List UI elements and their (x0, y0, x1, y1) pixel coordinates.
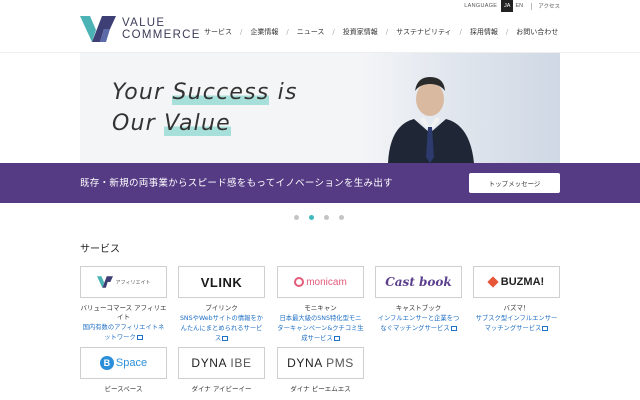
service-description-link[interactable]: インフルエンサーと企業をつなぐマッチングサービス (375, 314, 462, 334)
service-name: ダイナ アイビーイー (191, 385, 252, 393)
service-card-dyna-pms[interactable]: DYNA PMS ダイナ ピーエムエス (277, 347, 364, 394)
service-description-link[interactable]: SNSやWebサイトの情報をかんたんにまとめられるサービス (178, 314, 265, 344)
service-name: バリューコマース アフィリエイト (80, 304, 167, 321)
monicam-logo: monicam (306, 276, 347, 288)
nav-news[interactable]: ニュース (289, 27, 333, 37)
vlink-logo: VLINK (200, 274, 243, 290)
service-logo-box: DYNA IBE (178, 347, 265, 379)
service-name: キャストブック (395, 304, 442, 312)
lang-ja-button[interactable]: JA (501, 0, 514, 12)
access-link[interactable]: アクセス (538, 2, 560, 10)
nav-investors[interactable]: 投資家情報 (335, 27, 386, 37)
service-name: モニキャン (304, 304, 337, 312)
service-logo-box: B Space (80, 347, 167, 379)
main-nav: サービス / 企業情報 / ニュース / 投資家情報 / サステナビリティ / … (196, 27, 566, 37)
logo-line2: COMMERCE (122, 29, 201, 41)
service-description-link[interactable]: 日本最大級のSNS特化型モニターキャンペーン&クチコミ生成サービス (277, 314, 364, 344)
logo-mark-icon (80, 16, 116, 42)
buzma-logo-icon (487, 276, 499, 288)
services-heading: サービス (80, 244, 120, 255)
external-link-icon (542, 325, 549, 331)
dyna-ibe-logo: DYNA IBE (191, 356, 252, 370)
service-logo-box: Cast book (375, 266, 462, 298)
service-card-affiliate[interactable]: アフィリエイト バリューコマース アフィリエイト 国内有数のアフィリエイトネット… (80, 266, 167, 343)
logo-line1: VALUE (122, 17, 166, 29)
service-name: バズマ！ (503, 304, 530, 312)
utility-bar: LANGUAGE JA EN アクセス (464, 0, 560, 12)
hero-highlight-success: Success (172, 80, 270, 105)
service-card-buzma[interactable]: BUZMA! バズマ！ サブスク型インフルエンサーマッチングサービス (473, 266, 560, 334)
carousel-dots (294, 215, 354, 220)
message-banner: 既存・新規の両事業からスピード感をもってイノベーションを生み出す トップメッセー… (0, 163, 640, 203)
nav-careers[interactable]: 採用情報 (462, 27, 506, 37)
carousel-dot-3[interactable] (324, 215, 329, 220)
hero-slide[interactable]: Your Success is Our Value (80, 53, 560, 163)
external-link-icon (222, 335, 229, 341)
monicam-logo-icon (294, 276, 305, 287)
affiliate-logo-icon (96, 276, 113, 288)
nav-services[interactable]: サービス (196, 27, 240, 37)
language-label: LANGUAGE (464, 3, 498, 9)
service-name: ダイナ ピーエムエス (290, 385, 351, 393)
service-logo-box: DYNA PMS (277, 347, 364, 379)
dyna-pms-logo: DYNA PMS (287, 356, 354, 370)
banner-text: 既存・新規の両事業からスピード感をもってイノベーションを生み出す (80, 178, 393, 189)
hero-highlight-value: Value (164, 111, 231, 136)
service-card-monicam[interactable]: monicam モニキャン 日本最大級のSNS特化型モニターキャンペーン&クチコ… (277, 266, 364, 344)
external-link-icon (450, 325, 457, 331)
service-card-castbook[interactable]: Cast book キャストブック インフルエンサーと企業をつなぐマッチングサー… (375, 266, 462, 334)
ceo-photo (388, 77, 474, 163)
hero-title: Your Success is Our Value (112, 80, 298, 136)
carousel-dot-1[interactable] (294, 215, 299, 220)
bspace-logo-icon: B (99, 356, 114, 370)
service-description-link[interactable]: サブスク型インフルエンサーマッチングサービス (473, 314, 560, 334)
service-description-link[interactable]: 国内有数のアフィリエイトネットワーク (80, 323, 167, 343)
service-logo-box: アフィリエイト (80, 266, 167, 298)
bspace-logo: Space (115, 357, 148, 369)
buzma-logo: BUZMA! (500, 276, 545, 288)
nav-company[interactable]: 企業情報 (242, 27, 286, 37)
service-name: ブイリンク (205, 304, 238, 312)
castbook-logo: Cast book (385, 275, 452, 289)
nav-sustainability[interactable]: サステナビリティ (388, 27, 459, 37)
service-name: ビースペース (104, 385, 143, 393)
util-divider (531, 2, 533, 10)
carousel-dot-2[interactable] (309, 215, 314, 220)
external-link-icon (333, 335, 340, 341)
top-message-button[interactable]: トップメッセージ (469, 173, 560, 193)
service-card-dyna-ibe[interactable]: DYNA IBE ダイナ アイビーイー (178, 347, 265, 394)
service-logo-box: monicam (277, 266, 364, 298)
service-card-vlink[interactable]: VLINK ブイリンク SNSやWebサイトの情報をかんたんにまとめられるサービ… (178, 266, 265, 344)
external-link-icon (136, 334, 143, 340)
lang-en-button[interactable]: EN (513, 0, 525, 12)
carousel-dot-4[interactable] (339, 215, 344, 220)
service-logo-box: BUZMA! (473, 266, 560, 298)
service-logo-box: VLINK (178, 266, 265, 298)
nav-contact[interactable]: お問い合わせ (508, 27, 566, 37)
service-card-bspace[interactable]: B Space ビースペース (80, 347, 167, 394)
site-header: VALUE COMMERCE LANGUAGE JA EN アクセス サービス … (0, 0, 640, 53)
value-commerce-logo[interactable]: VALUE COMMERCE (80, 16, 201, 42)
